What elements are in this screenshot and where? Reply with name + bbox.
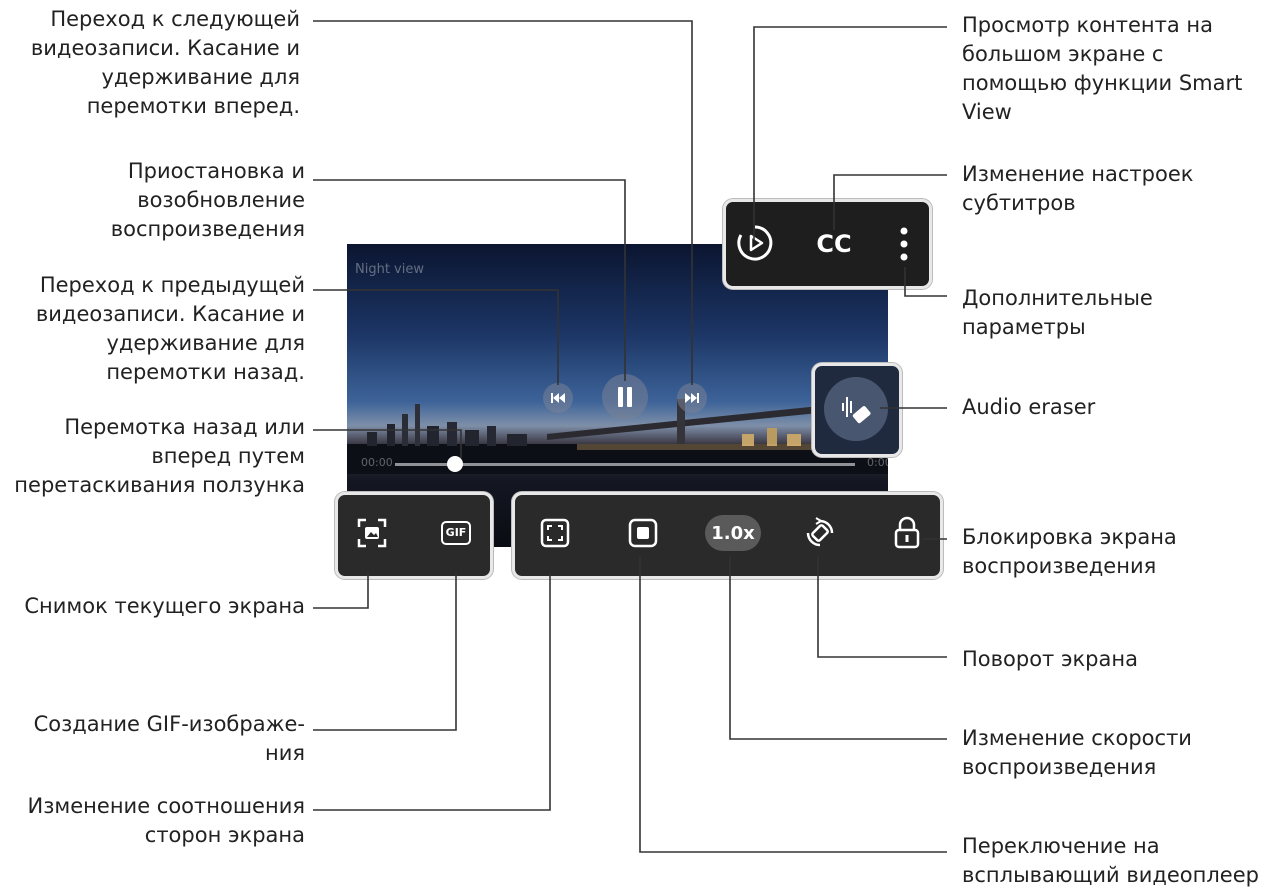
next-icon	[685, 393, 699, 403]
popup-player-icon	[628, 518, 658, 548]
cc-button[interactable]: CC	[804, 224, 864, 264]
label-smart-view: Просмотр контента на большом экране с по…	[962, 13, 1243, 124]
audio-eraser-button[interactable]	[824, 377, 888, 441]
gif-button[interactable]: GIF	[436, 513, 476, 553]
label-subtitles: Изменение настроек субтитров	[962, 162, 1194, 215]
rotate-button[interactable]	[800, 513, 840, 553]
label-popup: Переключение на всплывающий видеоплеер	[962, 834, 1259, 887]
gif-icon: GIF	[440, 521, 472, 545]
audio-eraser-icon	[842, 397, 871, 424]
label-ratio: Изменение соотношения сторон экрана	[27, 794, 305, 847]
speed-button[interactable]: 1.0x	[705, 515, 761, 551]
audio-eraser-panel	[812, 363, 902, 457]
bottom-tools-panel: 1.0x	[512, 492, 943, 579]
line-gif	[313, 573, 457, 731]
previous-icon	[551, 393, 565, 403]
top-options-panel: CC	[723, 199, 932, 289]
label-gif: Создание GIF-изображе- ния	[33, 712, 305, 765]
label-prev: Переход к предыдущей видеозаписи. Касани…	[35, 273, 305, 384]
line-speed	[729, 556, 947, 740]
label-capture: Снимок текущего экрана	[24, 594, 305, 618]
seek-bar[interactable]	[395, 463, 855, 466]
label-speed: Изменение скорости воспроизведения	[962, 726, 1192, 779]
more-button[interactable]	[894, 222, 914, 266]
ratio-icon	[540, 518, 570, 548]
smart-view-button[interactable]	[734, 222, 776, 264]
current-time: 00:00	[361, 456, 393, 469]
ratio-button[interactable]	[535, 513, 575, 553]
lock-button[interactable]	[887, 511, 927, 555]
label-audio-eraser: Audio eraser	[962, 395, 1096, 419]
lock-icon	[894, 516, 920, 549]
label-pause: Приостановка и возобновление воспроизвед…	[110, 159, 305, 241]
seek-knob[interactable]	[446, 456, 463, 472]
label-lock: Блокировка экрана воспроизведения	[962, 525, 1177, 578]
pause-icon	[618, 387, 632, 407]
popup-player-button[interactable]	[623, 513, 663, 553]
pause-button[interactable]	[602, 374, 648, 420]
next-button[interactable]	[677, 383, 707, 413]
line-ratio	[313, 573, 551, 811]
label-next: Переход к следующей видеозаписи. Касание…	[30, 7, 300, 118]
label-rotate: Поворот экрана	[962, 647, 1138, 671]
line-popup	[639, 556, 947, 853]
previous-button[interactable]	[543, 383, 573, 413]
video-title: Night view	[355, 262, 424, 277]
total-time: 0:00	[867, 456, 888, 469]
label-more: Дополнительные параметры	[962, 286, 1153, 339]
capture-button[interactable]	[352, 513, 392, 553]
smart-view-icon	[737, 225, 773, 261]
rotate-icon	[806, 517, 834, 547]
capture-icon	[357, 518, 387, 548]
label-seek: Перемотка назад или вперед путем перетас…	[14, 415, 305, 497]
left-tools-panel: GIF	[335, 492, 493, 579]
more-icon	[900, 227, 908, 261]
